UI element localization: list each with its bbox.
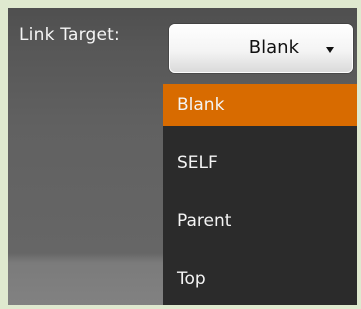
dropdown-option-blank[interactable]: Blank [163,84,357,126]
link-target-dropdown: Blank SELF Parent Top [163,84,357,305]
chevron-down-icon [326,47,334,53]
dropdown-option-parent[interactable]: Parent [163,197,357,245]
dropdown-option-label: SELF [177,153,218,173]
dropdown-option-self[interactable]: SELF [163,139,357,187]
link-target-selected-value: Blank [248,37,299,58]
dropdown-option-label: Blank [177,95,225,115]
link-target-select[interactable]: Blank [169,24,353,73]
window-frame: Link Target: Blank Blank SELF Parent Top [0,0,361,309]
dropdown-option-label: Top [177,269,206,289]
link-target-label: Link Target: [19,25,120,45]
dropdown-option-top[interactable]: Top [163,255,357,303]
dropdown-option-label: Parent [177,211,232,231]
